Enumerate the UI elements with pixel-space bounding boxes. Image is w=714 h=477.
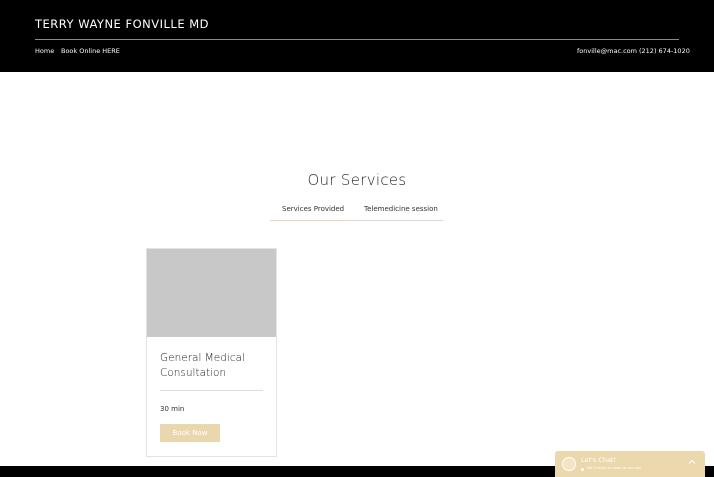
service-tabs: Services Provided Telemedicine session: [270, 199, 443, 221]
nav-home-link[interactable]: Home: [35, 47, 54, 55]
chat-title: Let's Chat!: [581, 456, 617, 464]
service-duration: 30 min: [160, 405, 185, 413]
service-image-placeholder: [147, 249, 276, 337]
contact-email-link[interactable]: fonville@mac.com: [577, 47, 637, 55]
tab-telemedicine-session[interactable]: Telemedicine session: [364, 205, 438, 213]
card-divider: [160, 390, 263, 391]
active-tab-indicator: [270, 220, 350, 221]
service-title[interactable]: General Medical Consultation: [160, 351, 270, 380]
services-section-title: Our Services: [307, 171, 407, 190]
online-status-dot-icon: [581, 468, 584, 471]
tab-services-provided[interactable]: Services Provided: [282, 205, 344, 213]
chevron-up-icon[interactable]: [688, 458, 696, 466]
nav-book-online-link[interactable]: Book Online HERE: [61, 47, 120, 55]
chat-subtitle: We'll reply as soon as we can: [587, 466, 642, 470]
service-card[interactable]: General Medical Consultation 30 min Book…: [146, 248, 277, 457]
chat-widget[interactable]: Let's Chat! We'll reply as soon as we ca…: [555, 451, 705, 477]
site-header: TERRY WAYNE FONVILLE MD Home Book Online…: [0, 0, 714, 72]
header-divider: [35, 39, 679, 40]
book-now-button[interactable]: Book Now: [160, 424, 220, 442]
site-title[interactable]: TERRY WAYNE FONVILLE MD: [35, 17, 209, 31]
chat-avatar-icon: [562, 457, 576, 471]
contact-phone-link[interactable]: (212) 674-1020: [639, 47, 690, 55]
